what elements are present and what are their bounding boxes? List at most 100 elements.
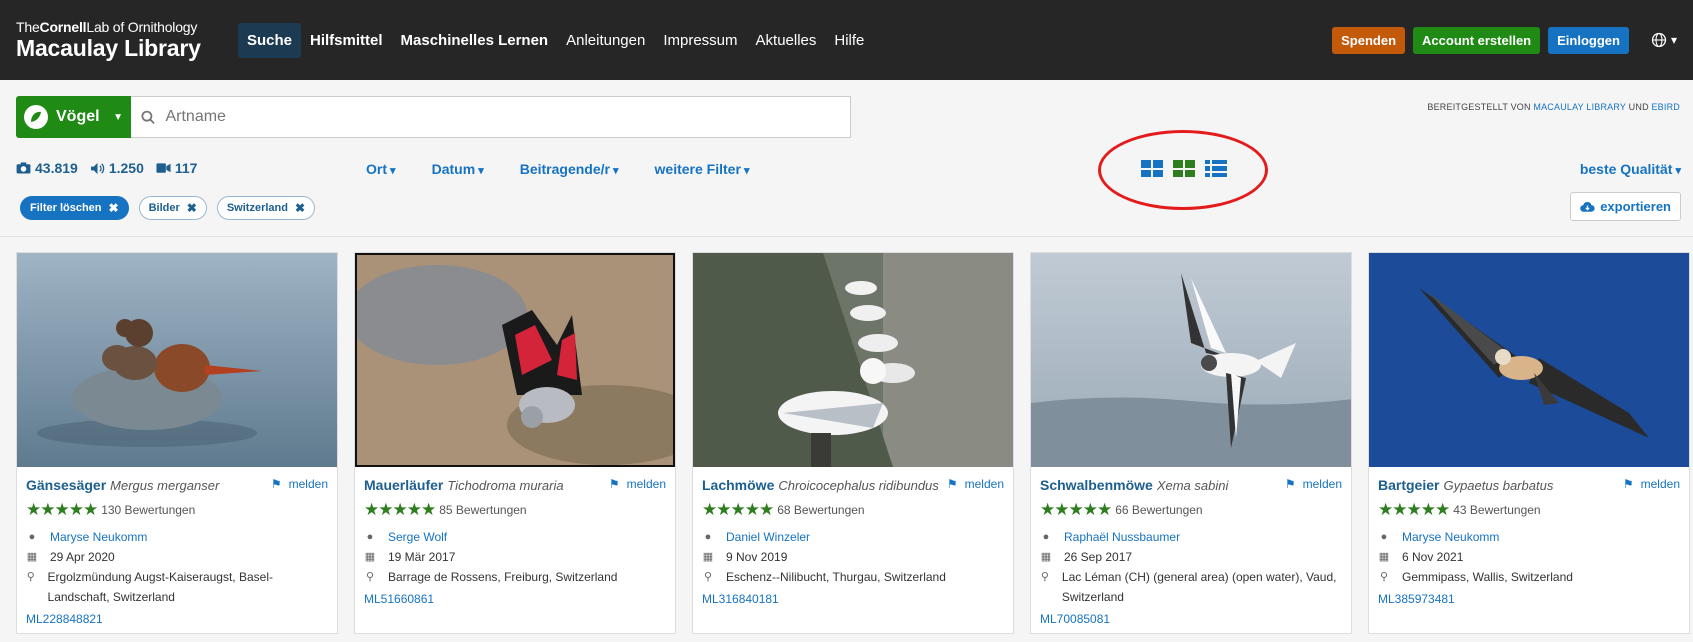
catalog-id-link[interactable]: ML385973481 [1378, 592, 1680, 606]
report-link[interactable]: ⚑ melden [1285, 477, 1342, 491]
calendar-icon: ▦ [364, 551, 376, 563]
report-link[interactable]: ⚑ melden [271, 477, 328, 491]
bird-photo[interactable] [17, 253, 337, 467]
card-meta: ● Maryse Neukomm ▦ 6 Nov 2021 ⚲ Gemmipass, … [1378, 527, 1680, 587]
contributor-link[interactable]: Raphaël Nussbaumer [1064, 527, 1180, 547]
person-icon: ● [704, 531, 712, 543]
nav-maschinelles-lernen[interactable]: Maschinelles Lernen [392, 23, 558, 58]
close-icon: ✖ [294, 201, 306, 215]
media-type-chip[interactable]: Bilder ✖ [138, 196, 207, 220]
catalog-id-link[interactable]: ML51660861 [364, 592, 666, 606]
clear-filters-chip[interactable]: Filter löschen ✖ [20, 196, 129, 220]
catalog-id-link[interactable]: ML316840181 [702, 592, 1004, 606]
star-rating-icon: ★★★★★ [1040, 500, 1112, 519]
person-icon: ● [1380, 531, 1388, 543]
nav-aktuelles[interactable]: Aktuelles [747, 23, 826, 58]
scientific-name: Gypaetus barbatus [1443, 478, 1554, 493]
speaker-icon [90, 162, 105, 174]
section-divider [0, 236, 1693, 237]
report-link[interactable]: ⚑ melden [609, 477, 666, 491]
login-button[interactable]: Einloggen [1548, 26, 1629, 54]
star-rating-icon: ★★★★★ [26, 500, 98, 519]
bird-photo[interactable] [1031, 253, 1351, 467]
filter-ort[interactable]: Ort [366, 161, 396, 177]
person-icon: ● [1042, 531, 1050, 543]
person-icon: ● [366, 531, 374, 543]
calendar-icon: ▦ [1378, 551, 1390, 563]
result-card[interactable]: Lachmöwe Chroicocephalus ridibundus ⚑ meld… [692, 252, 1014, 634]
location-pin-icon: ⚲ [1379, 571, 1389, 583]
audio-count[interactable]: 1.250 [90, 160, 144, 176]
bird-photo[interactable] [355, 253, 675, 467]
species-search-field[interactable] [131, 96, 851, 138]
common-name[interactable]: Mauerläufer [364, 477, 443, 493]
contributor-link[interactable]: Daniel Winzeler [726, 527, 810, 547]
location: Lac Léman (CH) (general area) (open wate… [1061, 570, 1337, 604]
ebird-link[interactable]: EBIRD [1651, 102, 1680, 112]
common-name[interactable]: Schwalbenmöwe [1040, 477, 1153, 493]
calendar-icon: ▦ [1040, 551, 1052, 563]
contributor-link[interactable]: Maryse Neukomm [1402, 527, 1499, 547]
flag-icon: ⚑ [270, 477, 282, 491]
language-selector[interactable]: ▾ [1651, 32, 1677, 48]
observation-date: 26 Sep 2017 [1064, 550, 1133, 564]
result-card[interactable]: Gänsesäger Mergus merganser ⚑ melden ★★★★★… [16, 252, 338, 634]
nav-anleitungen[interactable]: Anleitungen [557, 23, 654, 58]
active-filters: Filter löschen ✖ Bilder ✖ Switzerland ✖ [20, 196, 316, 220]
contributor-link[interactable]: Maryse Neukomm [50, 527, 147, 547]
observation-date: 19 Mär 2017 [388, 550, 456, 564]
camera-icon [16, 162, 31, 174]
result-card[interactable]: Mauerläufer Tichodroma muraria ⚑ melden ★★… [354, 252, 676, 634]
taxon-label: Vögel [56, 108, 100, 125]
filter-weitere[interactable]: weitere Filter [655, 161, 750, 177]
nav-suche[interactable]: Suche [238, 22, 302, 58]
sort-selector[interactable]: beste Qualität [1580, 161, 1681, 177]
photo-count[interactable]: 43.819 [16, 160, 78, 176]
common-name[interactable]: Gänsesäger [26, 477, 106, 493]
card-info: Schwalbenmöwe Xema sabini ⚑ melden ★★★★★ 66… [1031, 467, 1351, 626]
create-account-button[interactable]: Account erstellen [1413, 26, 1541, 54]
chevron-down-icon: ▾ [1670, 33, 1677, 47]
scientific-name: Chroicocephalus ridibundus [778, 478, 939, 493]
location: Barrage de Rossens, Freiburg, Switzerlan… [388, 570, 618, 584]
flag-icon: ⚑ [1622, 477, 1634, 491]
video-count[interactable]: 117 [156, 160, 197, 176]
card-info: Gänsesäger Mergus merganser ⚑ melden ★★★★★… [17, 467, 337, 626]
macaulay-library-logo[interactable]: TheCornellLab of Ornithology Macaulay Li… [16, 20, 216, 60]
species-search-input[interactable] [165, 108, 840, 126]
nav-hilfe[interactable]: Hilfe [825, 23, 873, 58]
contributor-link[interactable]: Serge Wolf [388, 527, 447, 547]
bird-photo[interactable] [1369, 253, 1689, 467]
report-link[interactable]: ⚑ melden [947, 477, 1004, 491]
observation-date: 6 Nov 2021 [1402, 550, 1464, 564]
observation-date: 9 Nov 2019 [726, 550, 788, 564]
rating: ★★★★★ 130 Bewertungen [26, 500, 196, 519]
highlight-circle [1098, 130, 1268, 210]
nav-hilfsmittel[interactable]: Hilfsmittel [301, 23, 392, 58]
top-navigation-bar: TheCornellLab of Ornithology Macaulay Li… [0, 0, 1693, 80]
donate-button[interactable]: Spenden [1332, 26, 1406, 54]
filter-bar: Ort Datum Beitragende/r weitere Filter [366, 161, 750, 177]
star-rating-icon: ★★★★★ [702, 500, 774, 519]
macaulay-library-link[interactable]: MACAULAY LIBRARY [1533, 102, 1626, 112]
filter-beitragende[interactable]: Beitragende/r [520, 161, 619, 177]
common-name[interactable]: Lachmöwe [702, 477, 774, 493]
common-name[interactable]: Bartgeier [1378, 477, 1439, 493]
taxon-selector[interactable]: Vögel ▼ [16, 96, 131, 138]
catalog-id-link[interactable]: ML228848821 [26, 612, 328, 626]
card-meta: ● Serge Wolf ▦ 19 Mär 2017 ⚲ Barrage de Ros… [364, 527, 666, 587]
bird-icon [24, 105, 48, 129]
report-link[interactable]: ⚑ melden [1623, 477, 1680, 491]
catalog-id-link[interactable]: ML70085081 [1040, 612, 1342, 626]
nav-impressum[interactable]: Impressum [654, 23, 746, 58]
region-chip[interactable]: Switzerland ✖ [216, 196, 316, 220]
result-card[interactable]: Bartgeier Gypaetus barbatus ⚑ melden ★★★★★… [1368, 252, 1690, 634]
rating: ★★★★★ 43 Bewertungen [1378, 500, 1541, 519]
filter-datum[interactable]: Datum [432, 161, 484, 177]
scientific-name: Xema sabini [1156, 478, 1229, 493]
flag-icon: ⚑ [1284, 477, 1296, 491]
observation-date: 29 Apr 2020 [50, 550, 115, 564]
result-card[interactable]: Schwalbenmöwe Xema sabini ⚑ melden ★★★★★ 66… [1030, 252, 1352, 634]
bird-photo[interactable] [693, 253, 1013, 467]
export-button[interactable]: exportieren [1570, 192, 1681, 221]
